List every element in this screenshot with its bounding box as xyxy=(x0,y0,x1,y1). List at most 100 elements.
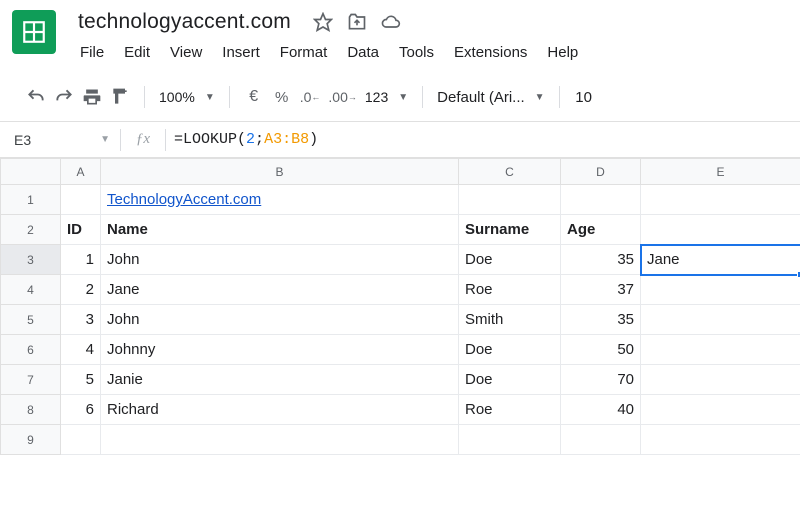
cell-B3[interactable]: John xyxy=(101,245,459,275)
col-header-A[interactable]: A xyxy=(61,159,101,185)
select-all-corner[interactable] xyxy=(1,159,61,185)
cell-C7[interactable]: Doe xyxy=(459,365,561,395)
cell-E1[interactable] xyxy=(641,185,800,215)
row-header-7[interactable]: 7 xyxy=(1,365,61,395)
menu-edit[interactable]: Edit xyxy=(116,40,158,65)
cell-E5[interactable] xyxy=(641,305,800,335)
font-size-input[interactable]: 10 xyxy=(570,83,598,111)
menu-tools[interactable]: Tools xyxy=(391,40,442,65)
sheets-icon xyxy=(21,19,47,45)
menu-view[interactable]: View xyxy=(162,40,210,65)
format-percent-button[interactable]: % xyxy=(268,83,296,111)
separator xyxy=(229,86,230,108)
cell-D4[interactable]: 37 xyxy=(561,275,641,305)
cell-C8[interactable]: Roe xyxy=(459,395,561,425)
move-icon[interactable] xyxy=(347,12,367,32)
menu-help[interactable]: Help xyxy=(539,40,586,65)
col-header-E[interactable]: E xyxy=(641,159,800,185)
menu-file[interactable]: File xyxy=(72,40,112,65)
cell-A8[interactable]: 6 xyxy=(61,395,101,425)
cell-D8[interactable]: 40 xyxy=(561,395,641,425)
row-header-2[interactable]: 2 xyxy=(1,215,61,245)
spreadsheet-grid[interactable]: A B C D E 1 TechnologyAccent.com 2 ID Na… xyxy=(0,158,800,455)
cell-A6[interactable]: 4 xyxy=(61,335,101,365)
cell-D7[interactable]: 70 xyxy=(561,365,641,395)
cell-B2[interactable]: Name xyxy=(101,215,459,245)
format-currency-button[interactable]: € xyxy=(240,83,268,111)
name-box[interactable]: E3 ▼ xyxy=(0,122,120,157)
row-header-5[interactable]: 5 xyxy=(1,305,61,335)
cell-E3[interactable]: Jane xyxy=(641,245,800,275)
cell-B4[interactable]: Jane xyxy=(101,275,459,305)
row-header-8[interactable]: 8 xyxy=(1,395,61,425)
cell-A1[interactable] xyxy=(61,185,101,215)
cell-D1[interactable] xyxy=(561,185,641,215)
cell-E7[interactable] xyxy=(641,365,800,395)
cell-D5[interactable]: 35 xyxy=(561,305,641,335)
chevron-down-icon: ▼ xyxy=(205,92,215,103)
link[interactable]: TechnologyAccent.com xyxy=(107,191,261,208)
row-header-3[interactable]: 3 xyxy=(1,245,61,275)
cell-E9[interactable] xyxy=(641,425,800,455)
cell-A3[interactable]: 1 xyxy=(61,245,101,275)
cell-B5[interactable]: John xyxy=(101,305,459,335)
cell-D9[interactable] xyxy=(561,425,641,455)
formula-input[interactable]: =LOOKUP(2;A3:B8) xyxy=(166,122,800,157)
font-family-dropdown[interactable]: Default (Ari...▼ xyxy=(433,83,548,111)
more-formats-dropdown[interactable]: 123▼ xyxy=(361,83,412,111)
chevron-down-icon: ▼ xyxy=(535,92,545,103)
cell-E4[interactable] xyxy=(641,275,800,305)
formula-bar-row: E3 ▼ ƒx =LOOKUP(2;A3:B8) xyxy=(0,122,800,158)
menu-bar: File Edit View Insert Format Data Tools … xyxy=(72,40,788,65)
cell-A7[interactable]: 5 xyxy=(61,365,101,395)
col-header-C[interactable]: C xyxy=(459,159,561,185)
redo-button[interactable] xyxy=(50,83,78,111)
cell-C4[interactable]: Roe xyxy=(459,275,561,305)
row-header-9[interactable]: 9 xyxy=(1,425,61,455)
menu-data[interactable]: Data xyxy=(339,40,387,65)
cell-B1[interactable]: TechnologyAccent.com xyxy=(101,185,459,215)
cell-C3[interactable]: Doe xyxy=(459,245,561,275)
cell-E8[interactable] xyxy=(641,395,800,425)
cell-C6[interactable]: Doe xyxy=(459,335,561,365)
cell-E6[interactable] xyxy=(641,335,800,365)
col-header-B[interactable]: B xyxy=(101,159,459,185)
increase-decimal-button[interactable]: .00→ xyxy=(324,83,360,111)
col-header-D[interactable]: D xyxy=(561,159,641,185)
cell-C2[interactable]: Surname xyxy=(459,215,561,245)
row-header-6[interactable]: 6 xyxy=(1,335,61,365)
separator xyxy=(559,86,560,108)
menu-extensions[interactable]: Extensions xyxy=(446,40,535,65)
star-icon[interactable] xyxy=(313,12,333,32)
toolbar: 100%▼ € % .0← .00→ 123▼ Default (Ari...▼… xyxy=(0,73,800,122)
paint-format-button[interactable] xyxy=(106,83,134,111)
cell-B9[interactable] xyxy=(101,425,459,455)
undo-button[interactable] xyxy=(22,83,50,111)
cell-D6[interactable]: 50 xyxy=(561,335,641,365)
cell-B8[interactable]: Richard xyxy=(101,395,459,425)
cell-D2[interactable]: Age xyxy=(561,215,641,245)
cell-B6[interactable]: Johnny xyxy=(101,335,459,365)
chevron-down-icon: ▼ xyxy=(100,134,110,145)
cell-E2[interactable] xyxy=(641,215,800,245)
row-header-4[interactable]: 4 xyxy=(1,275,61,305)
menu-format[interactable]: Format xyxy=(272,40,336,65)
decrease-decimal-button[interactable]: .0← xyxy=(296,83,325,111)
document-title[interactable]: technologyaccent.com xyxy=(72,7,297,37)
name-box-value: E3 xyxy=(14,132,31,148)
zoom-dropdown[interactable]: 100%▼ xyxy=(155,83,219,111)
cell-C1[interactable] xyxy=(459,185,561,215)
cell-A4[interactable]: 2 xyxy=(61,275,101,305)
sheets-logo[interactable] xyxy=(12,10,56,54)
menu-insert[interactable]: Insert xyxy=(214,40,268,65)
cell-A5[interactable]: 3 xyxy=(61,305,101,335)
cell-B7[interactable]: Janie xyxy=(101,365,459,395)
cell-C5[interactable]: Smith xyxy=(459,305,561,335)
cloud-status-icon[interactable] xyxy=(381,12,401,32)
cell-A9[interactable] xyxy=(61,425,101,455)
print-button[interactable] xyxy=(78,83,106,111)
cell-C9[interactable] xyxy=(459,425,561,455)
cell-A2[interactable]: ID xyxy=(61,215,101,245)
row-header-1[interactable]: 1 xyxy=(1,185,61,215)
cell-D3[interactable]: 35 xyxy=(561,245,641,275)
